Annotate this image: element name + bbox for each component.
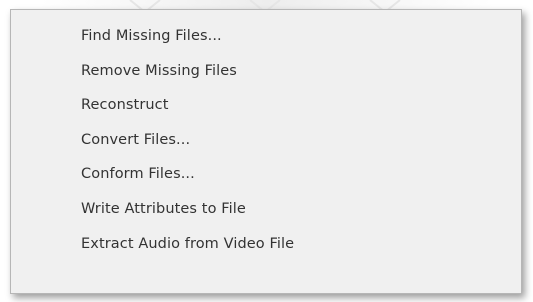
menu-item-convert-files[interactable]: Convert Files... bbox=[11, 123, 521, 158]
menu-item-conform-files[interactable]: Conform Files... bbox=[11, 157, 521, 192]
menu-item-write-attributes-to-file[interactable]: Write Attributes to File bbox=[11, 192, 521, 227]
menu-item-extract-audio-from-video-file[interactable]: Extract Audio from Video File bbox=[11, 227, 521, 262]
menu-item-find-missing-files[interactable]: Find Missing Files... bbox=[11, 19, 521, 54]
context-menu-list: Find Missing Files... Remove Missing Fil… bbox=[11, 10, 521, 261]
context-menu: Find Missing Files... Remove Missing Fil… bbox=[10, 9, 522, 294]
menu-item-remove-missing-files[interactable]: Remove Missing Files bbox=[11, 54, 521, 89]
menu-item-reconstruct[interactable]: Reconstruct bbox=[11, 88, 521, 123]
screenshot-stage: Find Missing Files... Remove Missing Fil… bbox=[0, 0, 533, 302]
